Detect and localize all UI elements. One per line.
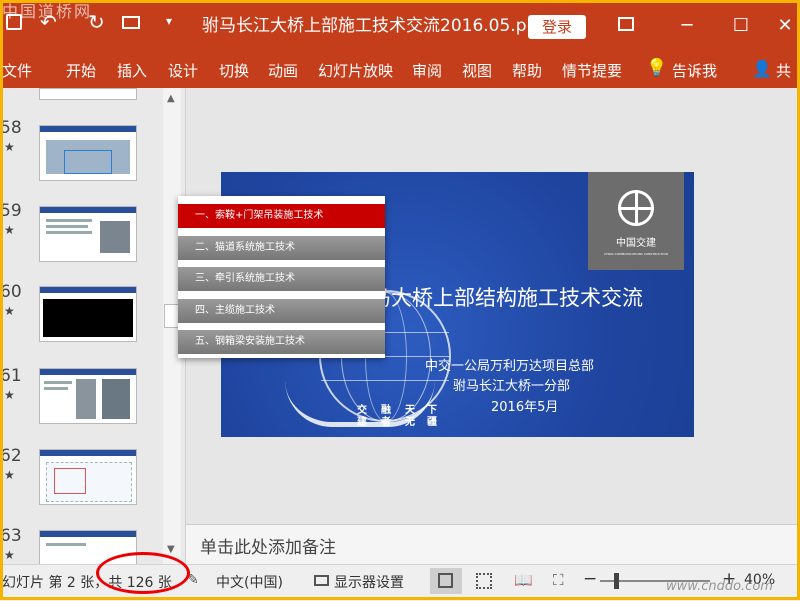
display-settings[interactable]: 显示器设置	[334, 572, 404, 592]
title-bar: ↶ ↻ ▾ 驸马长江大桥上部施工技术交流2016.05.ppt... 登录 ─ …	[0, 0, 800, 52]
menu-item-3[interactable]: 三、牵引系统施工技术	[178, 267, 385, 291]
logo-text: 中国交建	[616, 238, 656, 249]
star-icon: ★	[4, 548, 15, 562]
scroll-down-icon[interactable]: ▼	[167, 544, 175, 555]
tab-slideshow[interactable]: 幻灯片放映	[318, 60, 393, 81]
notes-edit-icon[interactable]: ✎	[187, 572, 199, 588]
minimize-button[interactable]: ─	[672, 13, 702, 39]
motto-char: 者	[381, 417, 391, 428]
motto-char: 疆	[427, 417, 437, 428]
tab-insert[interactable]: 插入	[117, 60, 147, 81]
slide-number: 58	[0, 118, 22, 138]
slide-thumbnail-panel: 58 ★ 59 ★ 60 ★ 61 ★ 62 ★ 63 ★ ▲ ▼	[0, 88, 186, 564]
menu-item-4[interactable]: 四、主缆施工技术	[178, 299, 385, 323]
slide-number: 61	[0, 366, 22, 386]
logo-subtext: CHINA COMMUNICATIONS CONSTRUCTION	[604, 252, 668, 256]
close-button[interactable]: ✕	[770, 13, 800, 39]
slide-number: 59	[0, 201, 22, 221]
watermark-bottom: www.cnddo.com	[666, 579, 773, 594]
slide-subtitle-1: 中交一公局万利万达项目总部	[425, 359, 595, 374]
star-icon: ★	[4, 223, 15, 237]
zoom-out-button[interactable]: −	[583, 569, 597, 589]
motto-char: 交	[357, 405, 367, 416]
tab-animations[interactable]: 动画	[268, 60, 298, 81]
motto-char: 建	[357, 417, 367, 428]
slide-number: 60	[0, 282, 22, 302]
slide-date: 2016年5月	[491, 400, 559, 415]
normal-view-icon[interactable]	[430, 568, 462, 594]
share-button[interactable]: 共	[776, 60, 791, 81]
lightbulb-icon[interactable]: 💡	[646, 58, 667, 78]
section-menu-overlay: 一、索鞍+门架吊装施工技术 二、猫道系统施工技术 三、牵引系统施工技术 四、主缆…	[178, 196, 385, 358]
login-button[interactable]: 登录	[528, 15, 586, 39]
display-settings-icon[interactable]	[314, 575, 329, 586]
slide-number: 63	[0, 526, 22, 546]
company-logo: 中国交建 CHINA COMMUNICATIONS CONSTRUCTION	[588, 172, 684, 270]
menu-item-5[interactable]: 五、钢箱梁安装施工技术	[178, 330, 385, 354]
thumbnail-59[interactable]	[39, 206, 137, 262]
motto-char: 融	[381, 405, 391, 416]
tab-storyboard[interactable]: 情节提要	[562, 60, 622, 81]
scroll-up-icon[interactable]: ▲	[167, 93, 175, 104]
reading-view-icon[interactable]: 📖	[514, 571, 533, 589]
present-icon[interactable]	[122, 16, 140, 29]
slide-number: 62	[0, 446, 22, 466]
tab-view[interactable]: 视图	[462, 60, 492, 81]
customize-icon[interactable]: ▾	[166, 14, 172, 28]
motto-char: 无	[405, 417, 415, 428]
tab-design[interactable]: 设计	[168, 60, 198, 81]
slideshow-view-icon[interactable]: ⛶	[553, 571, 564, 589]
motto-char: 下	[427, 405, 437, 416]
share-icon[interactable]: 👤	[752, 59, 772, 78]
slide-main-title: 马大桥上部结构施工技术交流	[370, 286, 643, 310]
menu-item-2[interactable]: 二、猫道系统施工技术	[178, 236, 385, 260]
window-title: 驸马长江大桥上部施工技术交流2016.05.ppt...	[202, 16, 561, 36]
menu-item-1[interactable]: 一、索鞍+门架吊装施工技术	[178, 204, 385, 228]
thumbnail-63[interactable]	[39, 530, 137, 564]
watermark-top: 中国道桥网	[2, 2, 93, 21]
star-icon: ★	[4, 304, 15, 318]
thumbnail-60[interactable]	[39, 286, 137, 342]
maximize-button[interactable]: ☐	[726, 13, 756, 39]
ribbon-tabs: 文件 开始 插入 设计 切换 动画 幻灯片放映 审阅 视图 帮助 情节提要 💡 …	[0, 52, 800, 88]
tab-file[interactable]: 文件	[2, 60, 32, 81]
motto-char: 天	[405, 405, 415, 416]
notes-pane[interactable]: 单击此处添加备注	[186, 524, 800, 565]
tab-home[interactable]: 开始	[66, 60, 96, 81]
tab-help[interactable]: 帮助	[512, 60, 542, 81]
tell-me[interactable]: 告诉我	[672, 60, 717, 81]
slide-sorter-icon[interactable]	[476, 573, 492, 589]
logo-emblem-icon	[618, 190, 654, 226]
notes-placeholder[interactable]: 单击此处添加备注	[200, 533, 336, 558]
thumbnail-58[interactable]	[39, 125, 137, 181]
ribbon-display-icon[interactable]	[618, 17, 634, 31]
thumbnail-61[interactable]	[39, 368, 137, 424]
star-icon: ★	[4, 140, 15, 154]
tab-review[interactable]: 审阅	[412, 60, 442, 81]
star-icon: ★	[4, 388, 15, 402]
slide-counter: 幻灯片 第 2 张，共 126 张	[2, 575, 172, 591]
status-bar: 幻灯片 第 2 张，共 126 张 ✎ 中文(中国) 显示器设置 📖 ⛶ − +…	[0, 564, 800, 601]
star-icon: ★	[4, 468, 15, 482]
zoom-slider-thumb[interactable]	[614, 573, 619, 589]
thumbnail-62[interactable]	[39, 449, 137, 505]
slide-subtitle-2: 驸马长江大桥一分部	[453, 379, 571, 394]
language-indicator[interactable]: 中文(中国)	[216, 572, 283, 592]
thumbnail-57-partial[interactable]	[39, 88, 137, 100]
tab-transitions[interactable]: 切换	[219, 60, 249, 81]
